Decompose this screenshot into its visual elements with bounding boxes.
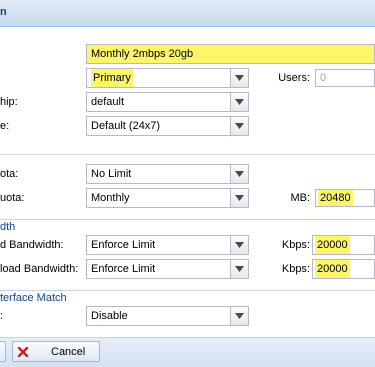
chevron-down-icon[interactable] xyxy=(230,93,248,111)
plan-form-panel: Monthly 2mbps 20gb Primary Users: 0 hip:… xyxy=(0,27,375,337)
plan-type-combo[interactable]: Primary xyxy=(86,68,249,88)
plan-name-field[interactable]: Monthly 2mbps 20gb xyxy=(86,44,375,64)
cancel-button-label: Cancel xyxy=(51,345,86,358)
users-field[interactable]: 0 xyxy=(315,69,375,87)
interface-match-label: : xyxy=(0,310,4,322)
ownership-value: default xyxy=(91,96,125,108)
total-quota-label: ota: xyxy=(0,168,19,180)
upload-bandwidth-value: Enforce Limit xyxy=(91,239,156,251)
upload-kbps-field[interactable]: 20000 xyxy=(312,235,375,255)
total-quota-combo[interactable]: No Limit xyxy=(86,164,249,184)
download-kbps-label: Kbps: xyxy=(281,263,310,275)
interface-section-title: terface Match xyxy=(0,292,67,304)
save-button[interactable] xyxy=(0,341,6,362)
ownership-combo[interactable]: default xyxy=(86,92,249,112)
plan-type-value: Primary xyxy=(91,69,133,87)
chevron-down-icon[interactable] xyxy=(230,117,248,135)
upload-kbps-value: 20000 xyxy=(315,236,350,254)
cycle-quota-label: uota: xyxy=(0,192,25,204)
cancel-button[interactable]: Cancel xyxy=(12,341,100,362)
section-divider xyxy=(0,290,375,291)
schedule-combo[interactable]: Default (24x7) xyxy=(86,116,249,136)
chevron-down-icon[interactable] xyxy=(230,236,248,254)
cycle-quota-value: Monthly xyxy=(91,192,130,204)
section-divider xyxy=(0,219,375,220)
schedule-label: e: xyxy=(0,120,10,132)
download-bandwidth-label: load Bandwidth: xyxy=(0,263,79,275)
download-bandwidth-value: Enforce Limit xyxy=(91,263,156,275)
interface-match-combo[interactable]: Disable xyxy=(86,306,249,326)
chevron-down-icon[interactable] xyxy=(230,189,248,207)
download-kbps-value: 20000 xyxy=(315,260,350,278)
dialog-title: n xyxy=(0,6,7,18)
upload-bandwidth-combo[interactable]: Enforce Limit xyxy=(86,235,249,255)
quota-mb-field[interactable]: 20480 xyxy=(315,189,375,207)
chevron-down-icon[interactable] xyxy=(230,260,248,278)
ownership-label: hip: xyxy=(0,96,18,108)
interface-match-value: Disable xyxy=(91,310,128,322)
download-bandwidth-combo[interactable]: Enforce Limit xyxy=(86,259,249,279)
users-label: Users: xyxy=(278,72,310,84)
quota-mb-value: 20480 xyxy=(318,190,353,206)
bandwidth-section-title: dth xyxy=(0,221,16,233)
chevron-down-icon[interactable] xyxy=(230,165,248,183)
cycle-quota-combo[interactable]: Monthly xyxy=(86,188,249,208)
upload-kbps-label: Kbps: xyxy=(281,239,310,251)
dialog-titlebar: n xyxy=(0,0,375,27)
section-divider xyxy=(0,154,375,155)
close-icon xyxy=(17,346,29,358)
quota-mb-label: MB: xyxy=(290,192,310,204)
chevron-down-icon[interactable] xyxy=(230,307,248,325)
download-kbps-field[interactable]: 20000 xyxy=(312,259,375,279)
schedule-value: Default (24x7) xyxy=(91,120,161,132)
total-quota-value: No Limit xyxy=(91,168,132,180)
dialog-footer: Cancel xyxy=(0,337,375,367)
chevron-down-icon[interactable] xyxy=(230,69,248,87)
upload-bandwidth-label: d Bandwidth: xyxy=(0,239,64,251)
